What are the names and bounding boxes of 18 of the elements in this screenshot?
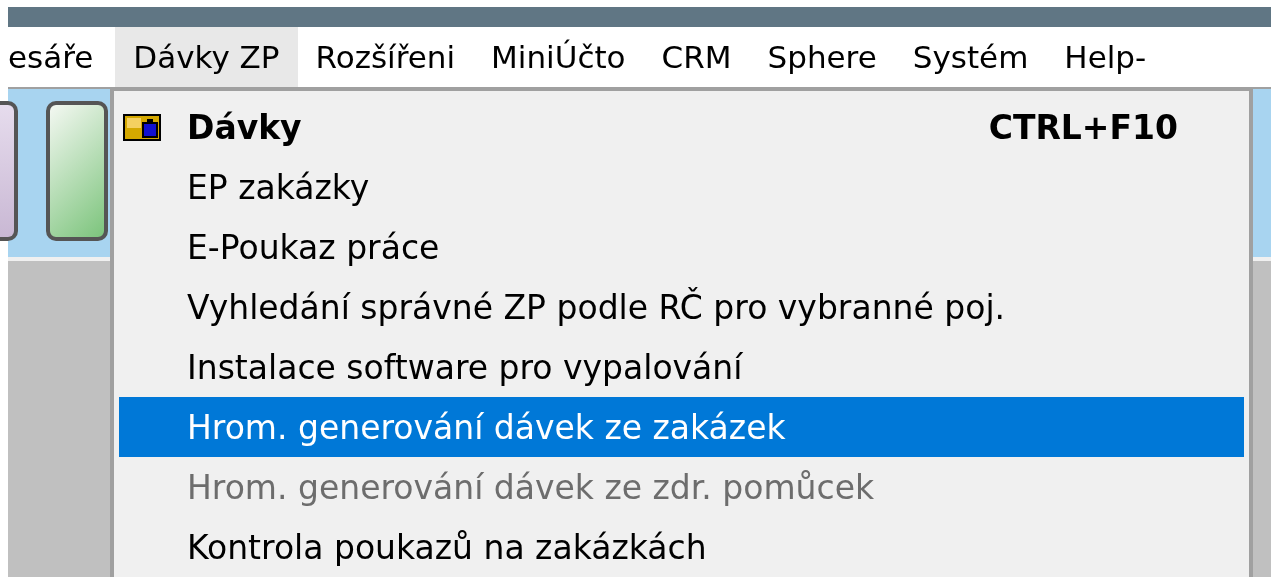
menu-bar-item[interactable]: esáře bbox=[8, 27, 116, 87]
menu-bar-item[interactable]: Dávky ZP bbox=[115, 27, 298, 87]
menu-bar-item[interactable]: CRM bbox=[643, 27, 750, 87]
menu-item[interactable]: Vyhledání správné ZP podle RČ pro vybranné poj. bbox=[119, 277, 1244, 337]
menu-item[interactable]: Hrom. generování dávek ze zakázek bbox=[119, 397, 1244, 457]
menu-bar-item[interactable]: MiniÚčto bbox=[473, 27, 644, 87]
folder-icon bbox=[123, 113, 161, 141]
menu-item[interactable]: EP zakázky bbox=[119, 157, 1244, 217]
toolbar-button[interactable] bbox=[46, 101, 108, 241]
menu-bar-item[interactable]: Sphere bbox=[749, 27, 895, 87]
menu-bar-item[interactable]: Help- bbox=[1046, 27, 1165, 87]
toolbar-button[interactable] bbox=[0, 101, 18, 241]
menu-bar-item[interactable]: Systém bbox=[894, 27, 1047, 87]
menu-item[interactable]: Kontrola poukazů na zakázkách bbox=[119, 517, 1244, 577]
menu-item[interactable]: Dávky CTRL+F10 bbox=[119, 97, 1244, 157]
menu-item[interactable]: E-Poukaz práce bbox=[119, 217, 1244, 277]
menu-bar-item[interactable]: Rozšířeni bbox=[297, 27, 474, 87]
menu-item[interactable]: Instalace software pro vypalování bbox=[119, 337, 1244, 397]
